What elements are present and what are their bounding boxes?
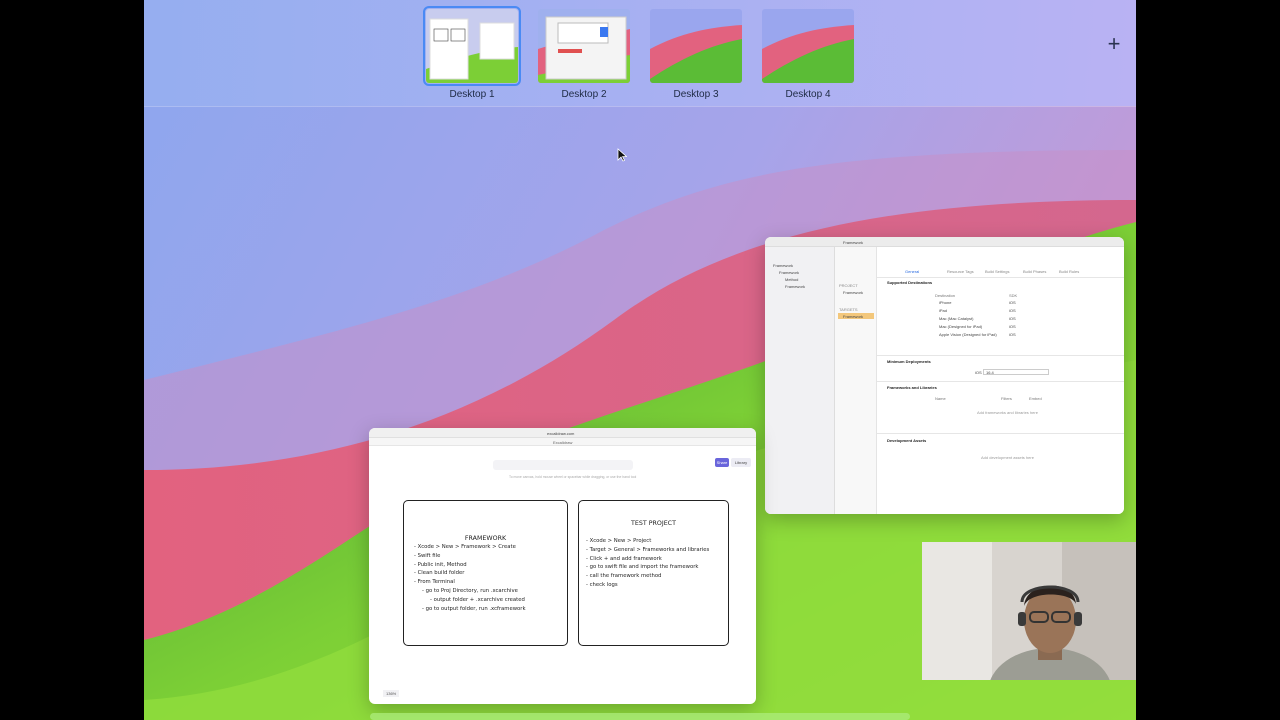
desktop-screen: Desktop 1 Desktop 2 Desktop 3 Desktop 4 …	[144, 0, 1136, 720]
desktop-3-thumbnail[interactable]: Desktop 3	[650, 9, 742, 101]
desktop-4-label: Desktop 4	[785, 89, 831, 100]
xcode-editor: General Resource Tags Build Settings Bui…	[877, 247, 1124, 514]
step-line: - Swift file	[414, 552, 441, 559]
step-line: - go to Proj Directory, run .xcarchive	[422, 587, 518, 594]
sdk-col: SDK	[1009, 293, 1018, 298]
step-line: - check logs	[586, 581, 618, 588]
supported-destinations-header: Supported Destinations	[887, 280, 933, 285]
desktop-4-preview	[762, 9, 854, 83]
address-bar[interactable]: excalidraw.com	[547, 431, 574, 436]
destination-row[interactable]: iPhone	[939, 300, 951, 305]
tab-general[interactable]: General	[905, 269, 919, 274]
step-line: - From Terminal	[414, 579, 455, 586]
drawing-toolbar[interactable]	[493, 460, 633, 470]
destination-row[interactable]: iPad	[939, 308, 947, 313]
step-line: - Target > General > Frameworks and libr…	[586, 546, 710, 553]
ios-label: iOS	[975, 370, 982, 375]
destination-sdk: iOS	[1009, 324, 1016, 329]
webcam-overlay	[922, 542, 1136, 680]
step-line: - go to swift file and import the framew…	[586, 564, 699, 571]
step-line: - go to output folder, run .xcframework	[422, 605, 526, 612]
desktop-1-label: Desktop 1	[449, 89, 495, 100]
nav-item[interactable]: Framework	[779, 270, 799, 275]
step-line: - output folder + .xcarchive created	[430, 596, 525, 603]
fw-col-name: Name	[935, 396, 946, 401]
presenter-video	[922, 542, 1136, 680]
tab-build-phases[interactable]: Build Phases	[1023, 269, 1046, 274]
fw-col-embed: Embed	[1029, 396, 1042, 401]
desktop-3-preview	[650, 9, 742, 83]
step-line: - Clean build folder	[414, 570, 465, 577]
add-desktop-button[interactable]: +	[1104, 33, 1124, 55]
dev-assets-empty-text: Add development assets here	[981, 455, 1034, 460]
ios-version-select[interactable]: 16.4	[983, 369, 1049, 375]
test-project-card-title: TEST PROJECT	[631, 520, 676, 527]
desktop-4-thumbnail[interactable]: Desktop 4	[762, 9, 854, 101]
dev-assets-header: Development Assets	[887, 438, 927, 443]
tab-build-rules[interactable]: Build Rules	[1059, 269, 1079, 274]
test-project-card[interactable]: TEST PROJECT - Xcode > New > Project - T…	[578, 500, 729, 646]
target-name: Framework	[843, 314, 864, 319]
zoom-level[interactable]: 136%	[383, 690, 400, 697]
library-button[interactable]: Library	[731, 458, 751, 467]
minimum-deployments-header: Minimum Deployments	[887, 359, 931, 364]
xcode-titlebar: Framework	[765, 237, 1124, 247]
dock-edge	[370, 713, 910, 720]
targets-header: TARGETS	[839, 307, 858, 312]
step-line: - Click + and add framework	[586, 555, 662, 562]
desktop-2-thumbnail[interactable]: Desktop 2	[538, 9, 630, 101]
destination-row[interactable]: Mac (Designed for iPad)	[939, 324, 982, 329]
browser-tabbar: Excalidraw	[369, 438, 756, 446]
mission-control-spaces-bar: Desktop 1 Desktop 2 Desktop 3 Desktop 4 …	[144, 0, 1136, 106]
fw-col-filters: Filters	[1001, 396, 1012, 401]
xcode-navigator: Framework Framework Method Framework	[765, 247, 835, 514]
destination-col: Destination	[935, 293, 956, 298]
xcode-window[interactable]: Framework Framework Framework Method Fra…	[765, 237, 1124, 514]
nav-item[interactable]: Method	[785, 277, 798, 282]
browser-window[interactable]: excalidraw.com Excalidraw Share Library …	[369, 428, 756, 704]
destination-sdk: iOS	[1009, 316, 1016, 321]
destination-row[interactable]: Mac (Mac Catalyst)	[939, 316, 973, 321]
destination-sdk: iOS	[1009, 332, 1016, 337]
xcode-project-panel: PROJECT Framework TARGETS Framework	[835, 247, 877, 514]
destination-sdk: iOS	[1009, 308, 1016, 313]
desktop-3-label: Desktop 3	[673, 89, 719, 100]
xcode-title: Framework	[843, 240, 864, 245]
step-line: - call the framework method	[586, 573, 662, 580]
desktop-1-thumbnail[interactable]: Desktop 1	[423, 6, 521, 101]
destination-sdk: iOS	[1009, 300, 1016, 305]
project-item[interactable]: Framework	[843, 290, 863, 295]
step-line: - Xcode > New > Framework > Create	[414, 544, 516, 550]
nav-item[interactable]: Framework	[773, 263, 793, 268]
browser-tab[interactable]: Excalidraw	[553, 440, 572, 445]
destination-row[interactable]: Apple Vision (Designed for iPad)	[939, 332, 997, 337]
framework-steps: - Xcode > New > Framework > Create - Swi…	[414, 543, 526, 613]
step-line: - Public init, Method	[414, 561, 467, 568]
browser-titlebar: excalidraw.com	[369, 428, 756, 438]
desktop-1-preview	[423, 6, 521, 86]
desktop-2-preview	[538, 9, 630, 83]
project-header: PROJECT	[839, 283, 858, 288]
canvas-hint: To move canvas, hold mouse wheel or spac…	[509, 475, 637, 479]
tab-resource-tags[interactable]: Resource Tags	[947, 269, 974, 274]
share-button[interactable]: Share	[715, 458, 729, 467]
fw-empty-text: Add frameworks and libraries here	[977, 410, 1038, 415]
framework-card[interactable]: FRAMEWORK - Xcode > New > Framework > Cr…	[403, 500, 568, 646]
frameworks-header: Frameworks and Libraries	[887, 385, 937, 390]
nav-item[interactable]: Framework	[785, 284, 805, 289]
desktop-2-label: Desktop 2	[561, 89, 607, 100]
test-project-steps: - Xcode > New > Project - Target > Gener…	[586, 537, 709, 590]
mouse-pointer-icon	[617, 148, 627, 162]
step-line: - Xcode > New > Project	[586, 538, 652, 544]
framework-card-title: FRAMEWORK	[464, 535, 507, 542]
tab-build-settings[interactable]: Build Settings	[985, 269, 1009, 274]
